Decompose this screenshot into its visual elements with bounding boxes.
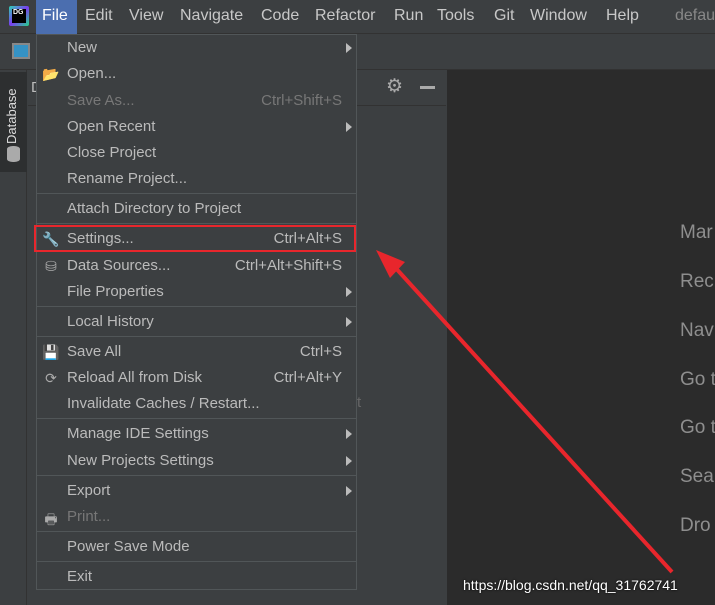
watermark: https://blog.csdn.net/qq_31762741 bbox=[463, 577, 678, 593]
arrow-shaft bbox=[390, 262, 674, 574]
annotation-arrow bbox=[376, 250, 674, 574]
